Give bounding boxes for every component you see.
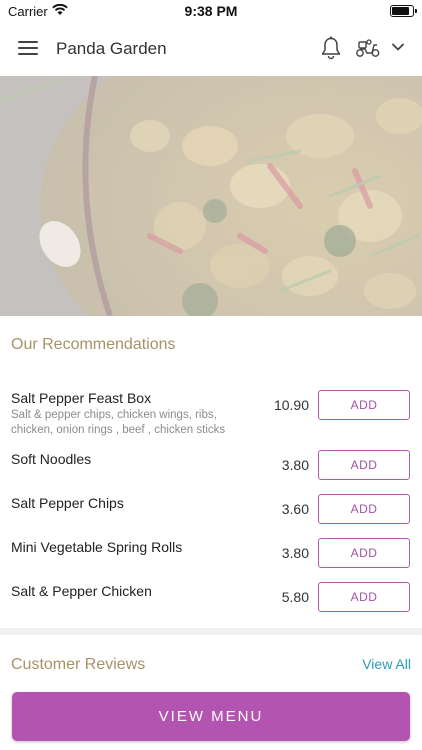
recommendations-title: Our Recommendations: [11, 336, 176, 353]
battery-icon: [390, 5, 417, 17]
chevron-down-icon[interactable]: [391, 42, 405, 52]
view-all-link[interactable]: View All: [362, 656, 411, 672]
add-button[interactable]: ADD: [318, 538, 410, 568]
item-price: 3.80: [281, 545, 309, 561]
hero-food-image: [0, 76, 422, 316]
scooter-icon[interactable]: [355, 38, 381, 58]
item-price: 10.90: [273, 397, 309, 413]
hamburger-menu-icon[interactable]: [18, 41, 38, 55]
item-price: 5.80: [281, 589, 309, 605]
item-name: Salt Pepper Chips: [11, 495, 124, 511]
restaurant-title: Panda Garden: [56, 39, 167, 58]
nav-bar: Panda Garden: [0, 22, 422, 76]
item-price: 3.60: [281, 501, 309, 517]
status-bar: Carrier 9:38 PM: [0, 0, 422, 22]
section-divider: [0, 628, 422, 635]
add-button[interactable]: ADD: [318, 582, 410, 612]
item-name: Mini Vegetable Spring Rolls: [11, 539, 183, 555]
customer-reviews-title: Customer Reviews: [11, 656, 146, 673]
stir-fry-illustration: [0, 76, 422, 316]
item-description: Salt & pepper chips, chicken wings, ribs…: [11, 409, 226, 436]
clock: 9:38 PM: [184, 3, 238, 19]
bell-icon[interactable]: [320, 36, 342, 60]
item-name: Soft Noodles: [11, 451, 92, 467]
add-button[interactable]: ADD: [318, 390, 410, 420]
item-price: 3.80: [281, 457, 309, 473]
add-button[interactable]: ADD: [318, 494, 410, 524]
item-name: Salt & Pepper Chicken: [11, 583, 152, 599]
add-button[interactable]: ADD: [318, 450, 410, 480]
item-name: Salt Pepper Feast Box: [11, 390, 152, 406]
view-menu-button[interactable]: VIEW MENU: [12, 692, 410, 741]
